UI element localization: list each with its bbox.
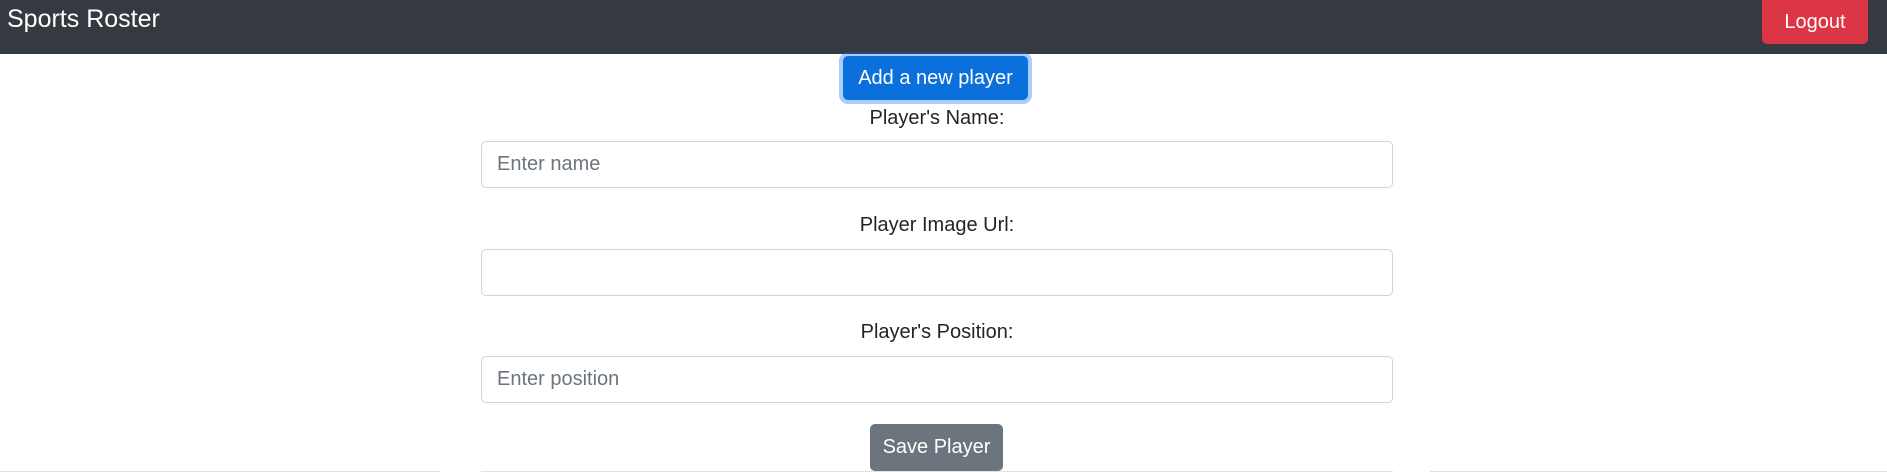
player-image-url-label: Player Image Url: [859,214,1015,236]
player-name-input[interactable] [481,141,1393,188]
player-name-label: Player's Name: [869,107,1005,129]
logout-button[interactable]: Logout [1762,0,1868,44]
top-navbar: Sports Roster Logout [0,0,1887,54]
player-position-input[interactable] [481,356,1393,403]
save-player-button[interactable]: Save Player [870,424,1003,471]
add-player-button[interactable]: Add a new player [843,56,1028,100]
player-image-url-input[interactable] [481,249,1393,296]
player-position-label: Player's Position: [860,321,1014,343]
brand-title[interactable]: Sports Roster [7,4,160,34]
